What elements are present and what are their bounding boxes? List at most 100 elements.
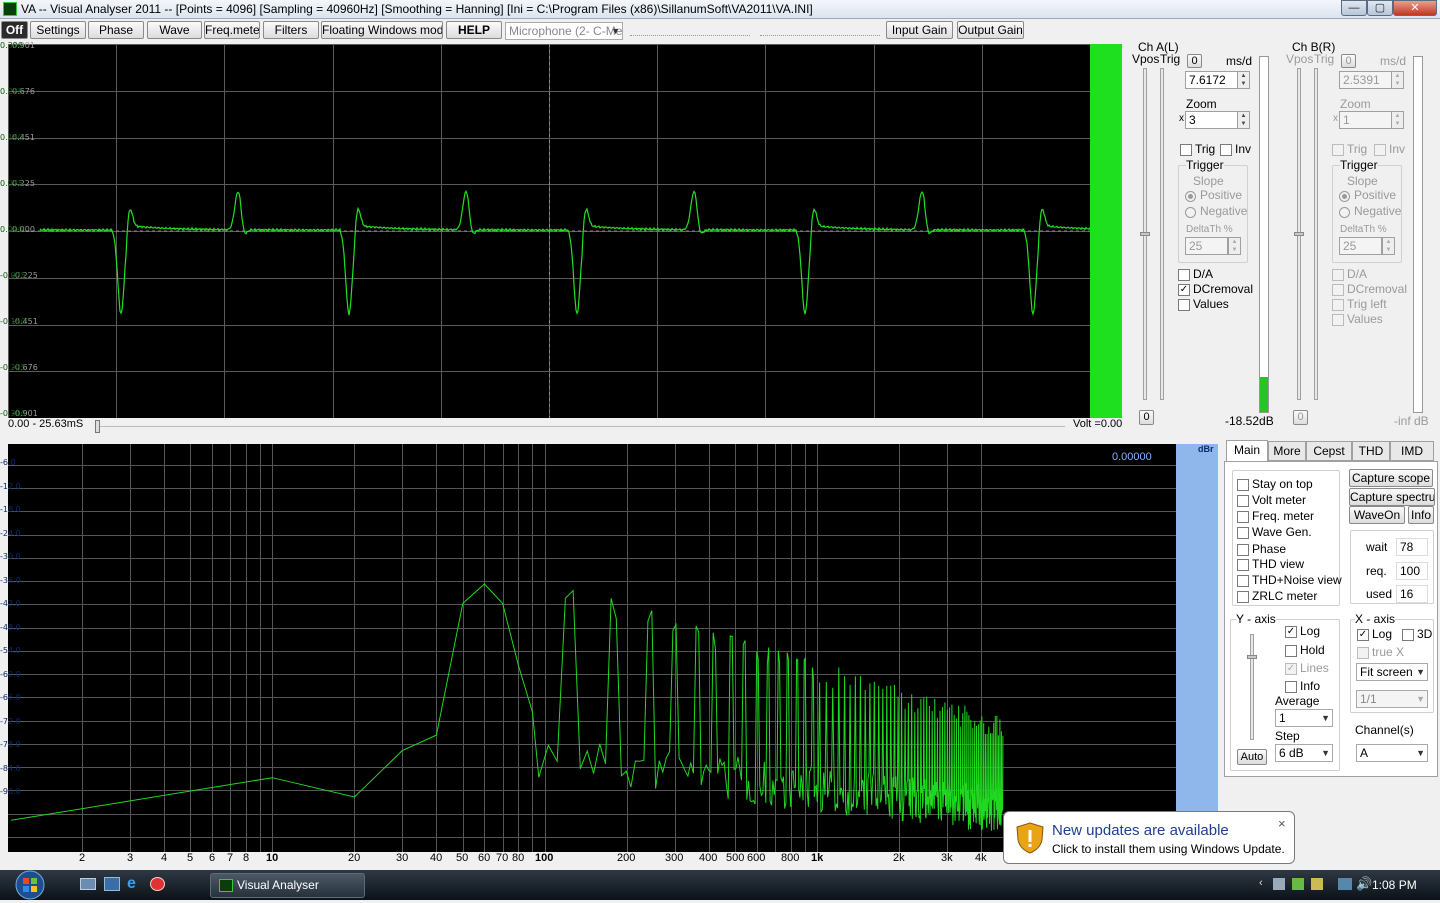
channel-b-deltath-spinner[interactable]: ▲ ▼ [1382,237,1395,255]
channel-a-zoom-input[interactable]: 3 [1185,111,1238,129]
channel-b-da-checkbox[interactable] [1332,269,1344,281]
step-select[interactable]: 6 dB ▼ [1275,744,1333,762]
tray-security-icon[interactable] [1311,878,1323,890]
volume-icon[interactable]: 🔊 [1356,876,1372,892]
waveon-button[interactable]: WaveOn [1349,506,1405,524]
average-select[interactable]: 1 ▼ [1275,709,1333,727]
freq-meter-button[interactable]: Freq.meter [204,21,260,39]
x-log-checkbox[interactable]: ✓ [1357,629,1369,641]
quicklaunch-app-icon[interactable] [150,877,165,891]
explorer-icon[interactable] [104,877,120,891]
channel-b-msd-spinner[interactable]: ▲ ▼ [1391,71,1404,89]
fit-screen-select[interactable]: Fit screen ▼ [1356,663,1428,681]
update-notification-balloon[interactable]: New updates are available Click to insta… [1003,811,1295,864]
channel-a-zero-button[interactable]: 0 [1187,54,1202,68]
channel-b-inv-checkbox[interactable] [1374,144,1386,156]
input-device-select[interactable]: Microphone (2- C-Me ▼ [505,22,623,40]
wave-button[interactable]: Wave [147,21,202,39]
channel-a-msd-input[interactable]: 7.6172 [1185,71,1238,89]
tray-network-icon[interactable] [1273,878,1285,890]
channel-b-vpos-thumb[interactable] [1294,232,1304,236]
channel-a-values-checkbox[interactable] [1178,299,1190,311]
channel-a-deltath-input[interactable]: 25 [1185,237,1228,255]
tab-more[interactable]: More [1268,441,1306,461]
y-info-checkbox[interactable] [1285,681,1297,693]
capture-spectrum-button[interactable]: Capture spectrum [1349,488,1435,506]
show-desktop-icon[interactable] [80,878,96,890]
channel-b-trig-slider[interactable] [1314,68,1318,400]
internet-explorer-icon[interactable]: e [127,875,136,893]
thd-noise-view-checkbox[interactable] [1237,575,1249,587]
show-hidden-icons-icon[interactable]: ‹ [1259,877,1263,889]
wave-gen-checkbox[interactable] [1237,527,1249,539]
channel-a-negative-radio[interactable] [1185,207,1196,218]
tab-main[interactable]: Main [1226,440,1268,462]
y-axis-slider-thumb[interactable] [1247,655,1257,659]
stay-on-top-checkbox[interactable] [1237,479,1249,491]
channel-b-trig-checkbox[interactable] [1332,144,1344,156]
true-x-checkbox[interactable] [1357,647,1369,659]
taskbar-visual-analyser[interactable]: Visual Analyser [210,873,365,898]
maximize-button[interactable]: ▢ [1367,0,1393,16]
y-log-checkbox[interactable]: ✓ [1285,626,1297,638]
channel-a-deltath-spinner[interactable]: ▲ ▼ [1228,237,1241,255]
y-axis-slider[interactable] [1250,634,1254,740]
zrlc-meter-checkbox[interactable] [1237,591,1249,603]
channel-a-da-checkbox[interactable] [1178,269,1190,281]
capture-scope-button[interactable]: Capture scope [1349,469,1433,487]
off-button[interactable]: Off [1,21,28,39]
channel-b-zero-button[interactable]: 0 [1341,54,1356,68]
channel-b-negative-radio[interactable] [1339,207,1350,218]
freq-meter-checkbox[interactable] [1237,511,1249,523]
close-button[interactable]: ✕ [1393,0,1437,16]
tab-thd[interactable]: THD [1352,441,1390,461]
clock[interactable]: 1:08 PM [1372,878,1417,892]
volt-meter-checkbox[interactable] [1237,495,1249,507]
thd-view-checkbox[interactable] [1237,559,1249,571]
channel-b-reset-button[interactable]: 0 [1293,410,1308,425]
x-3d-checkbox[interactable] [1402,629,1414,641]
auto-button[interactable]: Auto [1237,749,1267,765]
channel-b-msd-input[interactable]: 2.5391 [1339,71,1392,89]
info-button[interactable]: Info [1408,506,1434,524]
floating-windows-button[interactable]: Floating Windows mode [321,21,443,39]
tab-cepst[interactable]: Cepst [1306,441,1352,461]
balloon-close-button[interactable]: × [1278,816,1286,831]
channel-a-trig-checkbox[interactable] [1180,144,1192,156]
help-button[interactable]: HELP [446,21,502,39]
channel-b-values-checkbox[interactable] [1332,314,1344,326]
tray-update-icon[interactable] [1292,878,1304,890]
output-gain-slider[interactable] [760,24,880,36]
channel-b-dcremoval-checkbox[interactable] [1332,284,1344,296]
channel-b-deltath-input[interactable]: 25 [1339,237,1382,255]
spectrum-display[interactable]: 0.00000 [8,444,1176,852]
channel-b-zoom-spinner[interactable]: ▲ ▼ [1391,111,1404,129]
y-lines-checkbox[interactable]: ✓ [1285,663,1297,675]
input-gain-slider[interactable] [630,24,750,36]
phase-button[interactable]: Phase [88,21,144,39]
phase-checkbox[interactable] [1237,544,1249,556]
channel-b-trig-left-checkbox[interactable] [1332,299,1344,311]
tray-monitor-icon[interactable] [1338,878,1352,890]
input-gain-button[interactable]: Input Gain [886,21,953,39]
ratio-select[interactable]: 1/1 ▼ [1356,690,1428,708]
channel-a-msd-spinner[interactable]: ▲ ▼ [1237,71,1250,89]
channel-a-vpos-thumb[interactable] [1140,232,1150,236]
minimize-button[interactable]: — [1341,0,1367,16]
oscilloscope-display[interactable] [8,44,1090,418]
output-gain-button[interactable]: Output Gain [957,21,1024,39]
y-hold-checkbox[interactable] [1285,645,1297,657]
channel-b-positive-radio[interactable] [1339,191,1350,202]
channel-a-inv-checkbox[interactable] [1220,144,1232,156]
channel-select[interactable]: A ▼ [1356,744,1428,762]
channel-a-positive-radio[interactable] [1185,191,1196,202]
tab-imd[interactable]: IMD [1390,441,1434,461]
filters-button[interactable]: Filters [263,21,319,39]
channel-a-dcremoval-checkbox[interactable]: ✓ [1178,284,1190,296]
settings-button[interactable]: Settings [30,21,86,39]
scope-position-track[interactable] [100,426,1065,427]
start-button[interactable] [8,870,52,900]
channel-b-zoom-input[interactable]: 1 [1339,111,1392,129]
channel-a-trig-slider[interactable] [1160,68,1164,400]
channel-a-reset-button[interactable]: 0 [1139,410,1154,425]
